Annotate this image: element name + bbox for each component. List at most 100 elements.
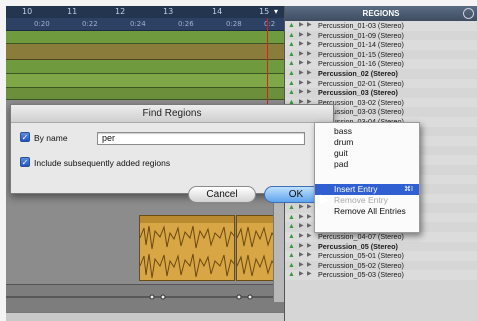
horizontal-scrollbar[interactable] [6, 312, 284, 321]
bars-ruler[interactable]: 10 11 12 13 14 15 ▾ [6, 6, 284, 18]
expand-arrow-icon[interactable]: ▶ [299, 213, 304, 223]
menu-separator [315, 177, 419, 184]
expand-arrow-icon[interactable]: ▶ [299, 251, 304, 261]
bar-number: 10 [22, 7, 33, 16]
play-arrow-icon[interactable]: ▶ [307, 261, 312, 271]
region-flag-icon: ▲ [288, 261, 295, 269]
play-arrow-icon[interactable]: ▶ [307, 88, 312, 98]
clip-name-bar [237, 216, 273, 223]
recent-entries-menu: bass drum guit pad Insert Entry ⌘I Remov… [314, 122, 420, 233]
include-added-checkbox[interactable]: ✓ [20, 157, 30, 167]
expand-arrow-icon[interactable]: ▶ [299, 88, 304, 98]
audio-clip[interactable] [236, 215, 274, 281]
play-arrow-icon[interactable]: ▶ [307, 270, 312, 280]
play-arrow-icon[interactable]: ▶ [307, 79, 312, 89]
region-list-item[interactable]: ▲ ▶ ▶ Percussion_01-09 (Stereo) [285, 31, 477, 41]
bar-number: 15 [259, 7, 270, 16]
region-flag-icon: ▲ [288, 252, 295, 260]
cancel-button[interactable]: Cancel [188, 186, 256, 203]
expand-arrow-icon[interactable]: ▶ [299, 79, 304, 89]
play-arrow-icon[interactable]: ▶ [307, 251, 312, 261]
expand-arrow-icon[interactable]: ▶ [299, 59, 304, 69]
region-flag-icon: ▲ [288, 22, 295, 29]
play-arrow-icon[interactable]: ▶ [307, 69, 312, 79]
play-arrow-icon[interactable]: ▶ [307, 203, 312, 213]
region-list-item[interactable]: ▲ ▶ ▶ Percussion_01-15 (Stereo) [285, 50, 477, 60]
menu-item-remove-all-entries[interactable]: Remove All Entries [315, 206, 419, 217]
playhead-line[interactable] [267, 18, 268, 108]
play-arrow-icon[interactable]: ▶ [307, 50, 312, 60]
menu-item-entry[interactable]: drum [315, 137, 419, 148]
play-arrow-icon[interactable]: ▶ [307, 222, 312, 232]
region-list-item[interactable]: ▲ ▶ ▶ Percussion_05-03 (Stereo) [285, 270, 477, 281]
region-name: Percussion_01-03 (Stereo) [318, 21, 404, 30]
play-arrow-icon[interactable]: ▶ [307, 31, 312, 41]
vertical-scrollbar[interactable] [273, 192, 284, 302]
play-arrow-icon[interactable]: ▶ [307, 40, 312, 50]
time-label: 0:20 [34, 20, 50, 28]
region-list-item[interactable]: ▲ ▶ ▶ Percussion_05-01 (Stereo) [285, 251, 477, 261]
play-arrow-icon[interactable]: ▶ [307, 21, 312, 31]
region-list-item[interactable]: ▲ ▶ ▶ Percussion_02 (Stereo) [285, 69, 477, 79]
bar-number: 11 [67, 7, 78, 16]
time-label: 0:2 [264, 20, 276, 28]
expand-arrow-icon[interactable]: ▶ [299, 203, 304, 213]
menu-item-entry[interactable]: pad [315, 159, 419, 170]
track-lane[interactable] [6, 74, 284, 88]
automation-line [6, 294, 284, 300]
region-name: Percussion_01-14 (Stereo) [318, 40, 404, 50]
app-window: 10 11 12 13 14 15 ▾ 0:20 0:22 0:24 0:26 … [6, 6, 477, 321]
time-label: 0:22 [82, 20, 98, 28]
play-arrow-icon[interactable]: ▶ [307, 242, 312, 252]
by-name-label: By name [34, 133, 68, 143]
expand-arrow-icon[interactable]: ▶ [299, 270, 304, 280]
region-list-item[interactable]: ▲ ▶ ▶ Percussion_03 (Stereo) [285, 88, 477, 98]
expand-arrow-icon[interactable]: ▶ [299, 222, 304, 232]
expand-arrow-icon[interactable]: ▶ [299, 21, 304, 31]
expand-arrow-icon[interactable]: ▶ [299, 50, 304, 60]
regions-menu-icon[interactable] [463, 8, 474, 19]
menu-item-insert-entry[interactable]: Insert Entry ⌘I [315, 184, 419, 195]
expand-arrow-icon[interactable]: ▶ [299, 232, 304, 242]
region-list-item[interactable]: ▲ ▶ ▶ Percussion_04-07 (Stereo) [285, 232, 477, 242]
regions-title: REGIONS [362, 9, 400, 18]
menu-item-remove-entry: Remove Entry [334, 195, 388, 205]
expand-arrow-icon[interactable]: ▶ [299, 40, 304, 50]
audio-clip[interactable] [139, 215, 235, 281]
timecode-ruler[interactable]: 0:20 0:22 0:24 0:26 0:28 0:2 [6, 18, 284, 31]
region-flag-icon: ▲ [288, 31, 295, 39]
by-name-checkbox[interactable]: ✓ [20, 132, 30, 142]
region-list-item[interactable]: ▲ ▶ ▶ Percussion_01-03 (Stereo) [285, 21, 477, 31]
track-lane[interactable] [6, 60, 284, 74]
clip-name-bar [140, 216, 234, 223]
play-arrow-icon[interactable]: ▶ [307, 232, 312, 242]
expand-arrow-icon[interactable]: ▶ [299, 261, 304, 271]
name-search-input[interactable]: per [97, 132, 305, 145]
region-list-item[interactable]: ▲ ▶ ▶ Percussion_02-01 (Stereo) [285, 78, 477, 89]
region-name: Percussion_01-16 (Stereo) [318, 59, 404, 69]
region-list-item[interactable]: ▲ ▶ ▶ Percussion_05-02 (Stereo) [285, 261, 477, 271]
menu-separator [315, 170, 419, 177]
expand-arrow-icon[interactable]: ▶ [299, 31, 304, 41]
region-list-item[interactable]: ▲ ▶ ▶ Percussion_01-14 (Stereo) [285, 40, 477, 50]
menu-item-entry[interactable]: guit [315, 148, 419, 159]
track-lane[interactable] [6, 31, 284, 44]
bar-number: 12 [115, 7, 126, 16]
bar-number: 13 [163, 7, 174, 16]
menu-item-entry[interactable]: bass [315, 126, 419, 137]
region-flag-icon: ▲ [288, 79, 295, 87]
region-list-item[interactable]: ▲ ▶ ▶ Percussion_05 (Stereo) [285, 242, 477, 252]
play-arrow-icon[interactable]: ▶ [307, 59, 312, 69]
track-lane[interactable] [6, 44, 284, 60]
insert-entry-label: Insert Entry [334, 184, 378, 194]
track-lane[interactable] [6, 88, 284, 100]
ruler-marker-icon: ▾ [274, 7, 279, 16]
expand-arrow-icon[interactable]: ▶ [299, 69, 304, 79]
expand-arrow-icon[interactable]: ▶ [299, 242, 304, 252]
region-name: Percussion_03 (Stereo) [318, 88, 398, 98]
automation-lane[interactable] [6, 284, 284, 312]
include-added-label: Include subsequently added regions [34, 158, 171, 168]
region-list-item[interactable]: ▲ ▶ ▶ Percussion_01-16 (Stereo) [285, 59, 477, 69]
play-arrow-icon[interactable]: ▶ [307, 213, 312, 223]
region-flag-icon: ▲ [288, 89, 295, 97]
